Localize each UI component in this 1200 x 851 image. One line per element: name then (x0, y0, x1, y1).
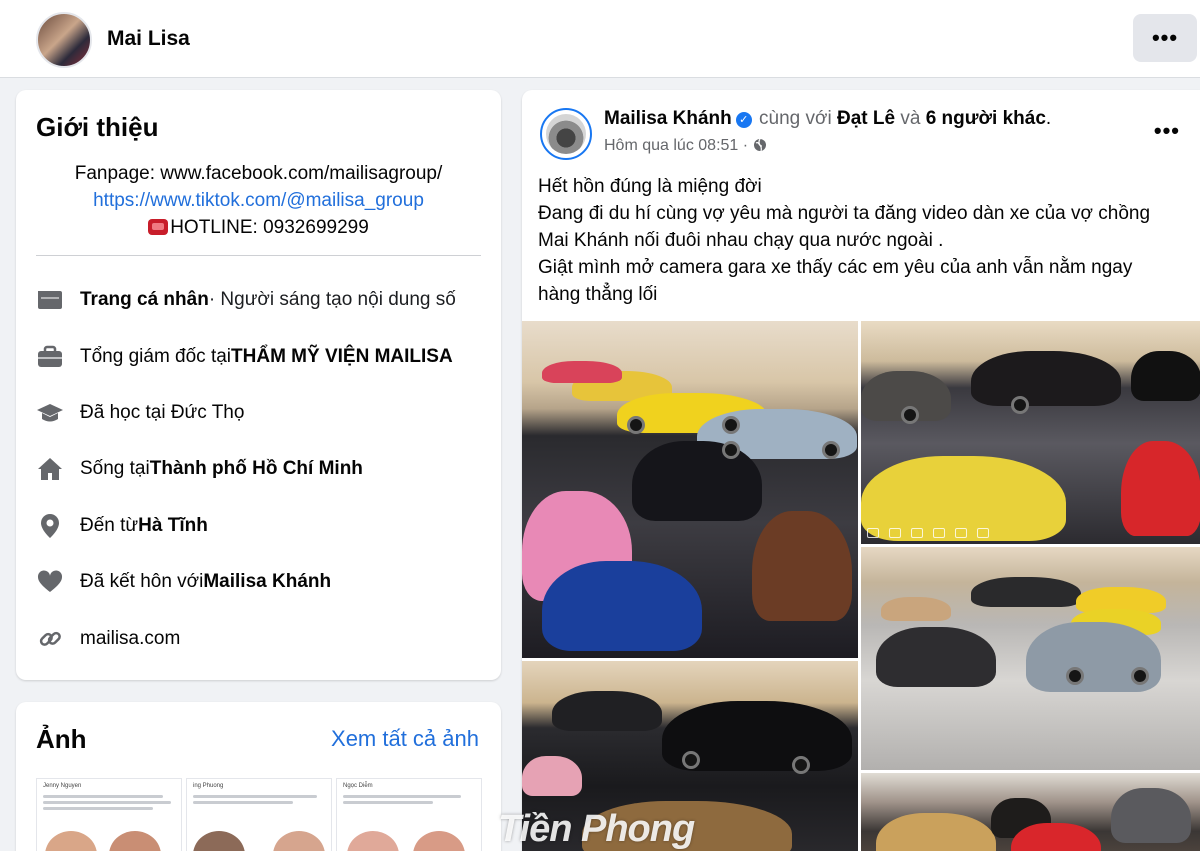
location-pin-icon (36, 512, 64, 540)
photo-thumbnail[interactable]: Ngọc Diễm (336, 778, 482, 851)
intro-item-website[interactable]: mailisa.com (36, 624, 496, 654)
thumbnail-author: Jenny Nguyen (43, 783, 82, 789)
tiktok-link[interactable]: https://www.tiktok.com/@mailisa_group (93, 190, 424, 211)
post-photo[interactable] (861, 321, 1200, 544)
heart-icon (36, 568, 64, 596)
intro-item-text: Sống tại (80, 458, 150, 479)
post-photo[interactable] (861, 773, 1200, 851)
profile-header-bar: Mai Lisa ••• (0, 0, 1200, 78)
divider (36, 255, 481, 256)
intro-title: Giới thiệu (36, 112, 159, 142)
briefcase-icon (36, 343, 64, 371)
post-text: Hết hồn đúng là miệng đời Đang đi du hí … (538, 173, 1178, 308)
intro-card: Giới thiệu Fanpage: www.facebook.com/mai… (16, 90, 501, 680)
intro-item-from: Đến từ Hà Tĩnh (36, 511, 496, 541)
photo-thumbnail[interactable]: ing Phuong (186, 778, 332, 851)
post-header: Mailisa Khánh ✓ cùng với Đạt Lê và 6 ngườ… (604, 108, 1052, 129)
post-photo[interactable] (522, 321, 858, 658)
fanpage-prefix: Fanpage: (74, 163, 161, 184)
with-text: cùng với (759, 108, 832, 129)
verified-badge-icon: ✓ (735, 112, 752, 128)
intro-item-profile: Trang cá nhân · Người sáng tạo nội dung … (36, 285, 496, 315)
post-author-name[interactable]: Mailisa Khánh (604, 108, 732, 129)
post-card: Mailisa Khánh ✓ cùng với Đạt Lê và 6 ngườ… (522, 90, 1200, 851)
tagged-person[interactable]: Đạt Lê (837, 108, 895, 129)
more-options-button[interactable]: ••• (1133, 14, 1197, 62)
intro-item-text: Tổng giám đốc tại (80, 346, 232, 367)
home-icon (36, 455, 64, 483)
fanpage-link[interactable]: www.facebook.com/mailisagroup/ (160, 163, 442, 184)
post-author-avatar[interactable] (540, 108, 592, 160)
profile-avatar[interactable] (36, 12, 92, 68)
timestamp-text[interactable]: Hôm qua lúc 08:51 · (604, 137, 748, 154)
see-all-photos-link[interactable]: Xem tất cả ảnh (331, 726, 479, 752)
and-text: và (900, 108, 921, 129)
intro-item-bold[interactable]: Thành phố Hồ Chí Minh (150, 458, 363, 480)
post-photo[interactable] (861, 547, 1200, 770)
thumbnail-author: Ngọc Diễm (343, 783, 373, 789)
profile-icon (36, 286, 64, 314)
thumbnail-author: ing Phuong (193, 783, 224, 789)
hotline-text: HOTLINE: 0932699299 (170, 217, 369, 238)
intro-item-work: Tổng giám đốc tại THẨM MỸ VIỆN MAILISA (36, 342, 496, 372)
photos-title: Ảnh (36, 724, 87, 754)
intro-item-text: Đã học tại Đức Thọ (80, 402, 245, 423)
intro-item-bold[interactable]: Hà Tĩnh (138, 515, 208, 537)
post-timestamp[interactable]: Hôm qua lúc 08:51 · (604, 137, 767, 155)
intro-item-bold[interactable]: THẨM MỸ VIỆN MAILISA (231, 346, 453, 368)
graduation-cap-icon (36, 399, 64, 427)
intro-item-text: Đến từ (80, 515, 139, 536)
watermark-logo: Tiền Phong (498, 808, 695, 850)
post-text-line: Đang đi du hí cùng vợ yêu mà người ta đă… (538, 203, 1151, 251)
post-text-line: Giật mình mở camera gara xe thấy các em … (538, 257, 1133, 305)
post-more-options-button[interactable]: ••• (1154, 118, 1180, 144)
intro-item-bold: Trang cá nhân (80, 289, 209, 310)
intro-item-text: · Người sáng tạo nội dung số (208, 289, 456, 310)
intro-item-text: Đã kết hôn với (80, 571, 204, 592)
intro-item-relationship: Đã kết hôn với Mailisa Khánh (36, 567, 496, 597)
photos-card: Ảnh Xem tất cả ảnh Jenny Nguyen ing Phuo… (16, 702, 501, 851)
tagged-others[interactable]: 6 người khác (926, 108, 1046, 129)
photo-thumbnail[interactable]: Jenny Nguyen (36, 778, 182, 851)
intro-bio: Fanpage: www.facebook.com/mailisagroup/ … (16, 160, 501, 241)
website-link[interactable]: mailisa.com (80, 628, 180, 650)
intro-item-lives-in: Sống tại Thành phố Hồ Chí Minh (36, 454, 496, 484)
post-text-line: Hết hồn đúng là miệng đời (538, 176, 762, 197)
globe-icon (753, 138, 766, 152)
profile-name[interactable]: Mai Lisa (107, 27, 190, 51)
telephone-icon (148, 219, 169, 235)
intro-item-bold[interactable]: Mailisa Khánh (203, 571, 331, 593)
intro-item-education: Đã học tại Đức Thọ (36, 398, 496, 428)
link-icon (36, 625, 64, 653)
